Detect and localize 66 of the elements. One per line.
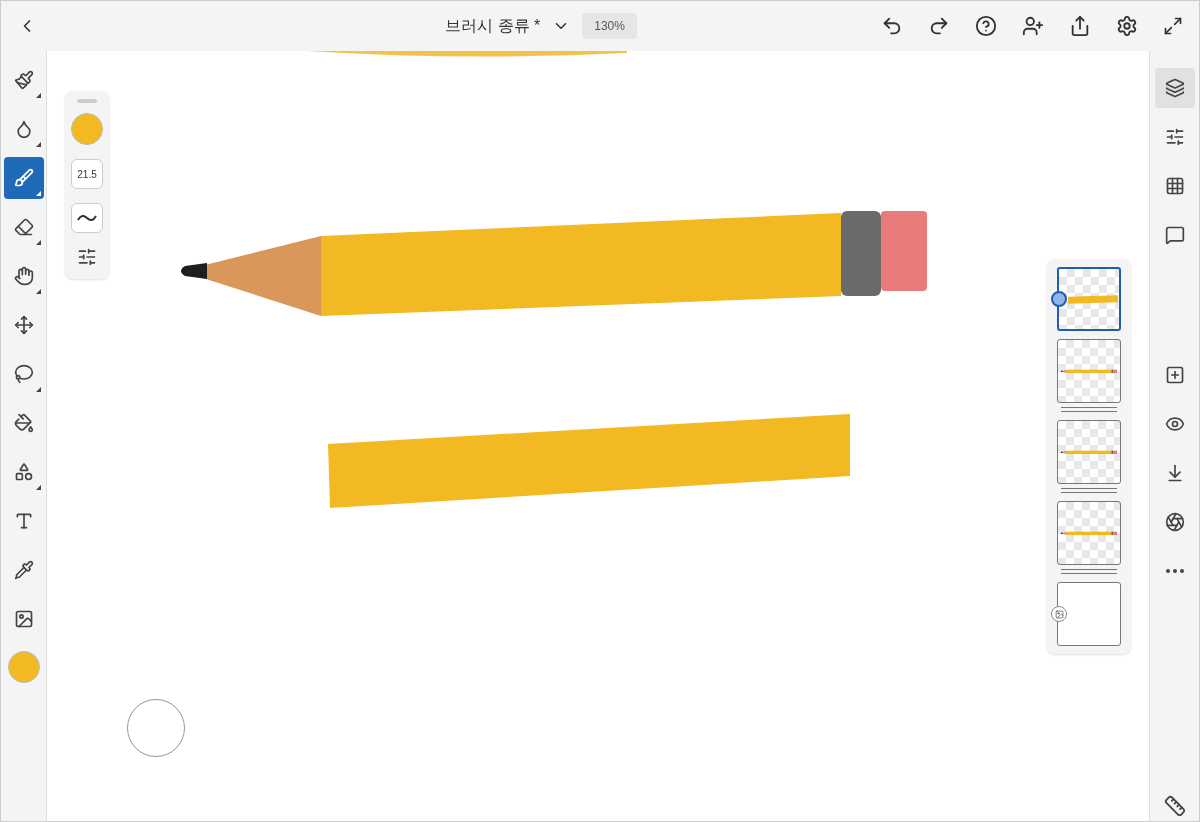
pencil-preview xyxy=(1061,448,1117,456)
blend-icon xyxy=(1164,512,1185,532)
stroke-preview xyxy=(1067,294,1119,304)
submenu-corner-icon xyxy=(35,93,41,98)
brush-color-swatch[interactable] xyxy=(71,113,103,145)
undo-button[interactable] xyxy=(881,15,903,37)
more-icon xyxy=(1165,569,1184,573)
pixel-brush-icon xyxy=(13,70,34,90)
color-swatch[interactable] xyxy=(7,651,40,683)
wave-icon xyxy=(77,213,97,223)
redo-icon xyxy=(928,15,950,37)
smudge-icon xyxy=(13,266,34,286)
image-icon xyxy=(13,609,34,629)
invite-button[interactable] xyxy=(1022,15,1044,37)
shapes-icon xyxy=(13,462,34,482)
submenu-corner-icon xyxy=(35,240,41,245)
ruler-icon xyxy=(1163,795,1186,817)
layer-thumbnail[interactable] xyxy=(1057,420,1121,484)
add-person-icon xyxy=(1022,15,1044,37)
panel-button[interactable] xyxy=(1154,68,1195,108)
help-icon xyxy=(975,15,997,37)
paint-bucket-icon xyxy=(13,413,34,433)
sliders-icon xyxy=(77,247,97,267)
layers-icon xyxy=(1164,78,1185,98)
zoom-level[interactable]: 130% xyxy=(582,13,637,39)
move-icon xyxy=(13,315,34,335)
layer-thumbnail[interactable] xyxy=(1057,582,1121,646)
brush-size-button[interactable]: 21.5 xyxy=(71,159,103,189)
layer-stack-lines-icon xyxy=(1061,407,1117,412)
grid-icon xyxy=(1164,176,1185,196)
ruler-button[interactable] xyxy=(1163,795,1186,817)
submenu-corner-icon xyxy=(35,142,41,147)
drag-handle-icon[interactable] xyxy=(77,99,97,103)
undo-icon xyxy=(881,15,903,37)
smoothing-button[interactable] xyxy=(71,203,103,233)
pencil-preview xyxy=(1061,529,1117,537)
brush-icon xyxy=(13,168,34,188)
lasso-icon xyxy=(13,364,34,384)
submenu-corner-icon xyxy=(35,191,41,196)
settings-button[interactable] xyxy=(1116,15,1138,37)
submenu-corner-icon xyxy=(35,387,41,392)
help-button[interactable] xyxy=(975,15,997,37)
submenu-corner-icon xyxy=(35,289,41,294)
eye-icon xyxy=(1164,414,1185,434)
settings-icon xyxy=(1116,15,1138,37)
image-layer-icon xyxy=(1051,606,1067,622)
sliders-icon xyxy=(1164,127,1185,147)
expand-icon xyxy=(1163,16,1183,36)
eraser-icon xyxy=(13,217,34,237)
layer-stack-lines-icon xyxy=(1061,569,1117,574)
layer-stack-lines-icon xyxy=(1061,488,1117,493)
redo-button[interactable] xyxy=(928,15,950,37)
brush-settings-button[interactable] xyxy=(77,247,97,267)
eyedropper-icon xyxy=(13,560,34,580)
comment-icon xyxy=(1164,225,1185,245)
layer-thumbnail[interactable] xyxy=(1057,339,1121,403)
fullscreen-button[interactable] xyxy=(1163,16,1183,36)
layer-thumbnail[interactable] xyxy=(1057,267,1121,331)
pencil-preview xyxy=(1061,367,1117,375)
document-title[interactable]: 브러시 종류 * xyxy=(445,14,541,38)
layer-thumbnail[interactable] xyxy=(1057,501,1121,565)
share-icon xyxy=(1069,15,1091,37)
submenu-corner-icon xyxy=(35,485,41,490)
share-button[interactable] xyxy=(1069,15,1091,37)
tool-button[interactable] xyxy=(3,157,44,199)
add-layer-icon xyxy=(1164,365,1185,385)
